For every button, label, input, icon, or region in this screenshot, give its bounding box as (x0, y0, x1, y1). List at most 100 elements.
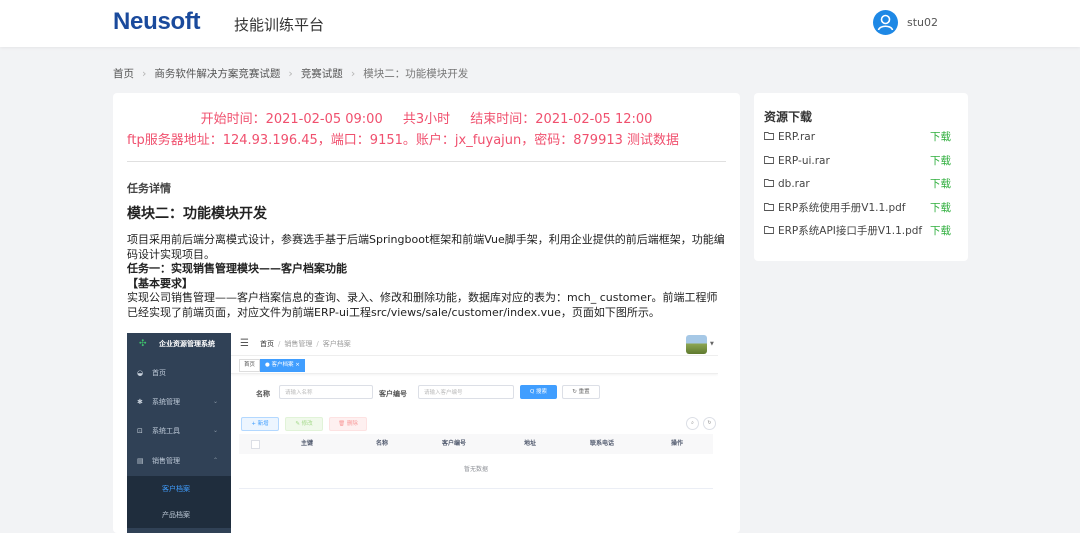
erp-table-header: 主键 名称 客户编号 地址 联系电话 操作 (239, 434, 713, 454)
top-header: Neusoft 技能训练平台 stu02 (0, 0, 1080, 47)
erp-avatar-photo (686, 335, 707, 354)
erp-submenu-customer: 客户档案 (127, 476, 231, 502)
erp-system-title: 企业资源管理系统 (159, 340, 215, 348)
resource-download-card: 资源下载 ERP.rar 下载 ERP-ui.rar 下载 db.rar 下载 … (754, 93, 968, 261)
exam-duration: 共3小时 (402, 112, 451, 127)
resource-file-name: ERP系统使用手册V1.1.pdf (778, 202, 906, 214)
resource-file-name: ERP-ui.rar (778, 155, 830, 167)
chevron-up-icon: ⌃ (213, 457, 219, 464)
erp-th-actions: 操作 (671, 440, 684, 447)
erp-breadcrumb-item: 客户档案 (322, 340, 351, 348)
platform-title: 技能训练平台 (234, 16, 325, 34)
chevron-down-icon: ⌄ (213, 427, 219, 434)
erp-tags-view: 首页 ● 客户档案 × (231, 356, 718, 374)
download-link[interactable]: 下载 (930, 223, 951, 239)
exam-time-line: 开始时间：2021-02-05 09:00 共3小时 结束时间：2021-02-… (113, 108, 740, 127)
erp-code-label: 客户编号 (379, 390, 407, 398)
breadcrumb-separator-icon: › (288, 67, 293, 80)
breadcrumb-separator-icon: › (142, 67, 147, 80)
download-link[interactable]: 下载 (930, 129, 951, 145)
resource-item: ERP.rar 下载 (764, 129, 961, 145)
download-link[interactable]: 下载 (930, 153, 951, 169)
document-icon: ▤ (137, 457, 144, 465)
erp-name-input: 请输入名称 (279, 385, 373, 399)
erp-menu-system: ✱ 系统管理 ⌄ (127, 388, 231, 416)
erp-menu-label: 销售管理 (152, 457, 180, 465)
breadcrumb-exam[interactable]: 竞赛试题 (301, 66, 343, 81)
download-link[interactable]: 下载 (930, 176, 951, 192)
erp-screenshot: ✣ 企业资源管理系统 ◒ 首页 ✱ 系统管理 ⌄ ⊡ 系统工具 ⌄ ▤ 销售管理… (127, 333, 718, 533)
breadcrumb-competition[interactable]: 商务软件解决方案竞赛试题 (154, 66, 280, 81)
folder-icon (764, 156, 774, 164)
basic-requirements-label: 【基本要求】 (127, 276, 193, 290)
task1-title: 任务一：实现销售管理模块——客户档案功能 (127, 262, 347, 275)
resource-item: ERP-ui.rar 下载 (764, 153, 961, 169)
resource-item: ERP系统API接口手册V1.1.pdf 下载 (764, 223, 961, 239)
requirement-text: 实现公司销售管理——客户档案信息的查询、录入、修改和删除功能，数据库对应的表为：… (127, 291, 718, 319)
resource-item: ERP系统使用手册V1.1.pdf 下载 (764, 200, 961, 216)
exam-end-time: 结束时间：2021-02-05 12:00 (470, 112, 653, 127)
erp-submenu-label: 客户档案 (162, 485, 190, 493)
search-toggle-icon: ⌕ (686, 417, 699, 430)
erp-reset-button: ↻ 重置 (562, 385, 600, 399)
erp-add-button: + 新增 (241, 417, 279, 431)
erp-name-label: 名称 (256, 390, 270, 398)
resource-file-name: ERP系统API接口手册V1.1.pdf (778, 225, 923, 237)
erp-breadcrumb-sep: / (316, 340, 319, 348)
folder-icon (764, 203, 774, 211)
erp-main: ☰ 首页 / 销售管理 / 客户档案 ▼ 首页 ● 客户档案 × 名称 请输入名称 客户… (231, 333, 718, 533)
erp-submenu-product: 产品档案 (127, 502, 231, 528)
erp-th-code: 客户编号 (442, 440, 467, 447)
erp-submenu-label: 产品档案 (162, 511, 190, 519)
breadcrumb-separator-icon: › (350, 67, 356, 80)
erp-edit-button: ✎ 修改 (285, 417, 323, 431)
erp-sidebar-header: ✣ 企业资源管理系统 (127, 333, 231, 355)
breadcrumb: 首页 › 商务软件解决方案竞赛试题 › 竞赛试题 › 模块二：功能模块开发 (113, 66, 468, 81)
erp-th-name: 名称 (376, 440, 389, 447)
user-avatar-icon[interactable] (873, 10, 898, 35)
user-name[interactable]: stu02 (907, 16, 938, 29)
erp-menu-home: ◒ 首页 (127, 359, 231, 387)
folder-icon (764, 226, 774, 234)
leaf-logo-icon: ✣ (139, 339, 147, 349)
resource-file-name: db.rar (778, 178, 810, 190)
download-link[interactable]: 下载 (930, 200, 951, 216)
task-detail-label: 任务详情 (127, 182, 171, 195)
gear-icon: ✱ (137, 398, 143, 406)
checkbox-icon (251, 440, 260, 449)
task-description: 项目采用前后端分离模式设计，参赛选手基于后端Springboot框架和前端Vue… (127, 233, 727, 320)
task-intro: 项目采用前后端分离模式设计，参赛选手基于后端Springboot框架和前端Vue… (127, 233, 725, 261)
erp-navbar: ☰ 首页 / 销售管理 / 客户档案 ▼ (231, 333, 718, 356)
erp-menu-tools: ⊡ 系统工具 ⌄ (127, 417, 231, 445)
erp-code-input: 请输入客户编号 (418, 385, 514, 399)
dashboard-icon: ◒ (137, 369, 144, 377)
exam-start-time: 开始时间：2021-02-05 09:00 (200, 112, 383, 127)
folder-icon (764, 179, 774, 187)
erp-menu-label: 首页 (152, 369, 166, 377)
resource-file-name: ERP.rar (778, 131, 816, 143)
erp-breadcrumb: 首页 / 销售管理 / 客户档案 (260, 333, 351, 355)
folder-icon (764, 132, 774, 140)
erp-menu-label: 系统工具 (152, 427, 180, 435)
erp-tag-home: 首页 (239, 359, 261, 372)
breadcrumb-home[interactable]: 首页 (113, 66, 134, 81)
erp-th-address: 地址 (524, 440, 537, 447)
refresh-icon: ↻ (703, 417, 716, 430)
ftp-info: ftp服务器地址：124.93.196.45，端口：9151。账户：jx_fuy… (127, 133, 680, 148)
erp-th-phone: 联系电话 (590, 440, 615, 447)
erp-breadcrumb-item: 销售管理 (284, 340, 313, 348)
divider (127, 161, 726, 162)
erp-delete-button: 🗑 删除 (329, 417, 367, 431)
neusoft-logo[interactable]: Neusoft (113, 8, 201, 36)
resource-title: 资源下载 (764, 110, 813, 124)
resource-item: db.rar 下载 (764, 176, 961, 192)
breadcrumb-current: 模块二：功能模块开发 (363, 68, 469, 80)
erp-sidebar: ✣ 企业资源管理系统 ◒ 首页 ✱ 系统管理 ⌄ ⊡ 系统工具 ⌄ ▤ 销售管理… (127, 333, 231, 533)
caret-down-icon: ▼ (710, 341, 714, 347)
chevron-down-icon: ⌄ (213, 398, 219, 405)
erp-empty-text: 暂无数据 (239, 454, 713, 489)
erp-th-id: 主键 (301, 440, 314, 447)
erp-menu-label: 系统管理 (152, 398, 180, 406)
tool-icon: ⊡ (137, 427, 143, 435)
erp-search-button: Q 搜索 (520, 385, 557, 399)
